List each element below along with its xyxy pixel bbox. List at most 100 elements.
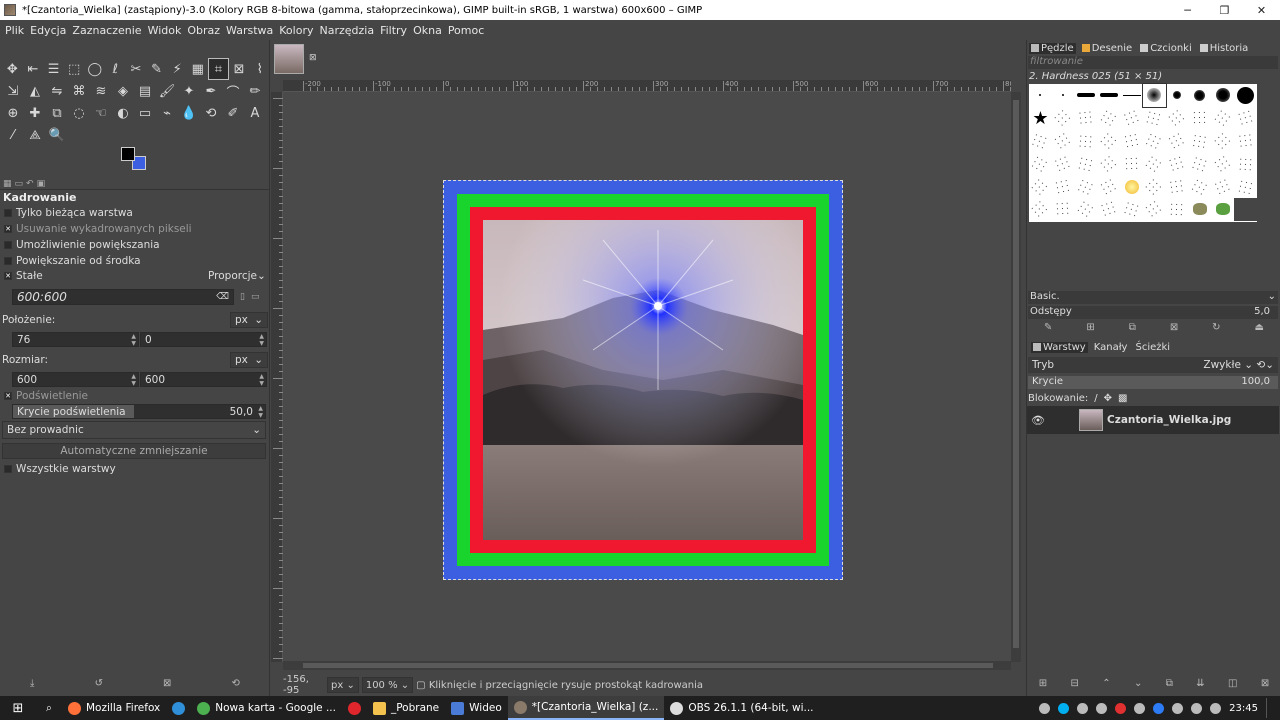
brush-item[interactable]: [1075, 84, 1098, 107]
brush-item[interactable]: ★: [1029, 107, 1052, 130]
rect-select-icon[interactable]: ⬚: [64, 58, 85, 80]
perspective-icon[interactable]: ◭: [24, 80, 46, 102]
portrait-icon[interactable]: ▯: [240, 292, 245, 302]
brush-item[interactable]: [1234, 107, 1257, 130]
device-status-tab-icon[interactable]: ▭: [15, 179, 24, 189]
reset-icon[interactable]: ⟲: [232, 678, 240, 689]
position-unit-dropdown[interactable]: px ⌄: [230, 312, 268, 328]
brush-item[interactable]: [1120, 107, 1143, 130]
menu-pomoc[interactable]: Pomoc: [445, 24, 487, 37]
paintbrush-icon[interactable]: 🖌: [156, 80, 178, 102]
brush-item[interactable]: [1120, 152, 1143, 175]
lasso-icon[interactable]: ℓ: [105, 58, 126, 80]
restore-preset-icon[interactable]: ↺: [95, 678, 103, 689]
tray-app-icon[interactable]: [1172, 702, 1184, 714]
tray-app-icon[interactable]: [1039, 702, 1051, 714]
brush-item[interactable]: [1143, 198, 1166, 221]
position-y-input[interactable]: 0 ▲ ▼: [140, 332, 267, 347]
brush-item[interactable]: [1120, 175, 1143, 198]
brush-item[interactable]: [1075, 175, 1098, 198]
brush-item[interactable]: [1211, 130, 1234, 153]
brush-item[interactable]: [1029, 84, 1052, 107]
highlight-opacity-slider[interactable]: Krycie podświetlenia 50,0 ▲ ▼: [12, 404, 266, 419]
lock-alpha-icon[interactable]: ▩: [1118, 393, 1127, 404]
tab-paths[interactable]: Ścieżki: [1133, 342, 1172, 353]
brush-item[interactable]: [1052, 152, 1075, 175]
spacing-slider[interactable]: Odstępy 5,0: [1028, 306, 1278, 319]
spin-arrows-icon[interactable]: ▲ ▼: [131, 333, 136, 347]
new-brush-icon[interactable]: ⊞: [1086, 322, 1094, 336]
brush-item[interactable]: [1211, 84, 1234, 107]
close-tab-icon[interactable]: ⊠: [309, 53, 317, 63]
brush-item[interactable]: [1166, 84, 1189, 107]
unified-transform-icon[interactable]: ⊠: [229, 58, 250, 80]
refresh-brushes-icon[interactable]: ↻: [1212, 322, 1220, 336]
brush-item[interactable]: [1234, 130, 1257, 153]
brush-item[interactable]: [1029, 152, 1052, 175]
start-button[interactable]: ⊞: [0, 696, 36, 720]
crop-tool-icon[interactable]: ⌗: [208, 58, 229, 80]
tab-layers[interactable]: Warstwy: [1031, 341, 1088, 353]
menu-narzedzia[interactable]: Narzędzia: [316, 24, 377, 37]
brush-item[interactable]: [1075, 152, 1098, 175]
tray-app-icon[interactable]: [1096, 702, 1108, 714]
dodge-burn-icon[interactable]: ◐: [112, 102, 134, 124]
airbrush-icon[interactable]: ✦: [178, 80, 200, 102]
taskbar-item-video[interactable]: Wideo: [445, 696, 508, 720]
foreground-color[interactable]: [121, 147, 135, 161]
tray-antivirus-icon[interactable]: [1115, 702, 1127, 714]
fixed-checkbox[interactable]: ✕ Stałe: [0, 268, 70, 284]
tray-skype-icon[interactable]: [1058, 702, 1070, 714]
brush-item[interactable]: [1097, 84, 1120, 107]
gradient-icon[interactable]: ▤: [134, 80, 156, 102]
image-viewport[interactable]: [283, 92, 1011, 662]
merge-layer-icon[interactable]: ⇊: [1196, 678, 1204, 692]
measure-icon[interactable]: ⟁: [24, 124, 46, 146]
ellipse-select-icon[interactable]: ◯: [84, 58, 105, 80]
brush-item[interactable]: [1189, 130, 1212, 153]
open-brush-icon[interactable]: ⏏: [1255, 322, 1264, 336]
tab-history[interactable]: Historia: [1198, 43, 1251, 54]
auto-shrink-button[interactable]: Automatyczne zmniejszanie: [2, 443, 266, 459]
menu-zaznaczenie[interactable]: Zaznaczenie: [69, 24, 144, 37]
brush-item[interactable]: [1234, 175, 1257, 198]
smudge-icon[interactable]: ☜: [90, 102, 112, 124]
brush-item[interactable]: [1052, 84, 1075, 107]
menu-widok[interactable]: Widok: [145, 24, 185, 37]
taskbar-item-opera[interactable]: [342, 696, 367, 720]
menu-edycja[interactable]: Edycja: [27, 24, 69, 37]
delete-layer-icon[interactable]: ⊠: [1261, 678, 1269, 692]
brush-item[interactable]: [1189, 198, 1212, 221]
brush-item[interactable]: [1029, 198, 1052, 221]
brush-item[interactable]: [1141, 83, 1167, 108]
duplicate-brush-icon[interactable]: ⧉: [1129, 322, 1136, 336]
brush-item[interactable]: [1120, 130, 1143, 153]
blur-icon[interactable]: ◌: [68, 102, 90, 124]
tab-channels[interactable]: Kanały: [1092, 342, 1130, 353]
brush-item[interactable]: [1143, 107, 1166, 130]
delete-brush-icon[interactable]: ⊠: [1170, 322, 1178, 336]
brush-item[interactable]: [1234, 197, 1257, 221]
brush-item[interactable]: [1166, 152, 1189, 175]
color-picker-icon[interactable]: ⁄: [2, 124, 24, 146]
layer-tool-icon[interactable]: ☰: [43, 58, 64, 80]
brush-item[interactable]: [1189, 107, 1212, 130]
taskbar-item-obs[interactable]: OBS 26.1.1 (64-bit, wi...: [664, 696, 819, 720]
brush-item[interactable]: [1120, 84, 1143, 107]
scissors-icon[interactable]: ✂: [126, 58, 147, 80]
brush-item[interactable]: [1075, 107, 1098, 130]
guides-dropdown[interactable]: Bez prowadnic ⌄: [2, 421, 266, 439]
eraser-icon[interactable]: ▭: [134, 102, 156, 124]
move-tool-icon[interactable]: ✥: [2, 58, 23, 80]
cage-icon[interactable]: ⌘: [68, 80, 90, 102]
tab-patterns[interactable]: Desenie: [1080, 43, 1134, 54]
tool-options-tab-icon[interactable]: ▦: [3, 179, 12, 189]
fixed-mode-dropdown[interactable]: Proporcje ⌄: [204, 268, 268, 284]
brush-item[interactable]: [1075, 130, 1098, 153]
warp-transform-icon[interactable]: ≋: [90, 80, 112, 102]
spin-arrows-icon[interactable]: ▲ ▼: [131, 373, 136, 387]
brush-filter-input[interactable]: filtrowanie: [1028, 56, 1278, 69]
tab-fonts[interactable]: Czcionki: [1138, 43, 1194, 54]
save-preset-icon[interactable]: ⤓: [30, 678, 34, 689]
brush-item[interactable]: [1097, 130, 1120, 153]
